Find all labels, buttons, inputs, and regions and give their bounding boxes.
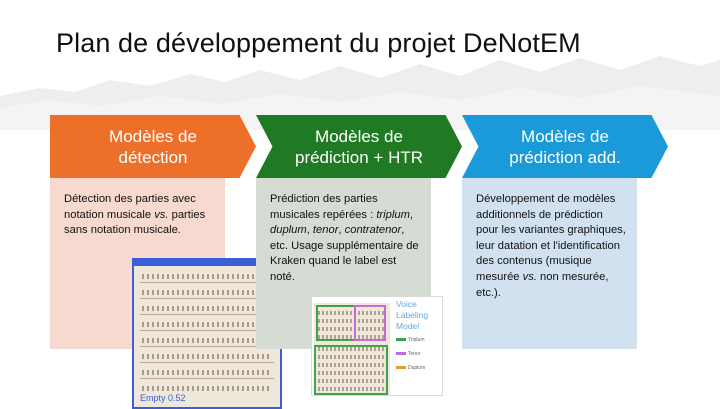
voice-labeling-title: Voice Labeling Model xyxy=(396,299,429,331)
voice-box-3 xyxy=(314,345,388,395)
mountain-background xyxy=(0,56,720,130)
column-prediction-add: Modèles de prédiction add. Développement… xyxy=(462,115,668,349)
voice-box-1 xyxy=(316,305,356,341)
legend-item-triplum: Triplum xyxy=(396,337,424,343)
header-chevron-prediction-add: Modèles de prédiction add. xyxy=(462,115,668,178)
header-line-1: Modèles de xyxy=(109,126,197,146)
header-chevron-prediction-htr: Modèles de prédiction + HTR xyxy=(256,115,462,178)
header-chevron-detection: Modèles de détection xyxy=(50,115,256,178)
voice-labeling-thumbnail: Voice Labeling Model Triplum Tenor Duplu… xyxy=(311,296,443,396)
body-prediction-add: Développement de modèles additionnels de… xyxy=(462,178,637,349)
legend-item-tenor: Tenor xyxy=(396,351,421,357)
legend-item-duplum: Duplum xyxy=(396,365,425,371)
body-text-prediction-htr: Prédiction des parties musicales repérée… xyxy=(270,193,419,283)
header-line-1: Modèles de xyxy=(521,126,609,146)
detection-score-label: Empty 0.52 xyxy=(140,393,186,403)
voice-box-2 xyxy=(354,305,386,341)
body-text-detection: Détection des parties avec notation musi… xyxy=(64,193,206,237)
slide-title: Plan de développement du projet DeNotEM xyxy=(56,28,581,58)
header-line-1: Modèles de xyxy=(315,126,403,146)
header-line-2: prédiction add. xyxy=(509,147,621,167)
voice-page-image xyxy=(314,303,390,395)
header-line-2: prédiction + HTR xyxy=(294,147,424,167)
body-text-prediction-add: Développement de modèles additionnels de… xyxy=(476,193,626,299)
column-detection: Modèles de détection Détection des parti… xyxy=(50,115,282,409)
header-line-2: détection xyxy=(118,147,188,167)
